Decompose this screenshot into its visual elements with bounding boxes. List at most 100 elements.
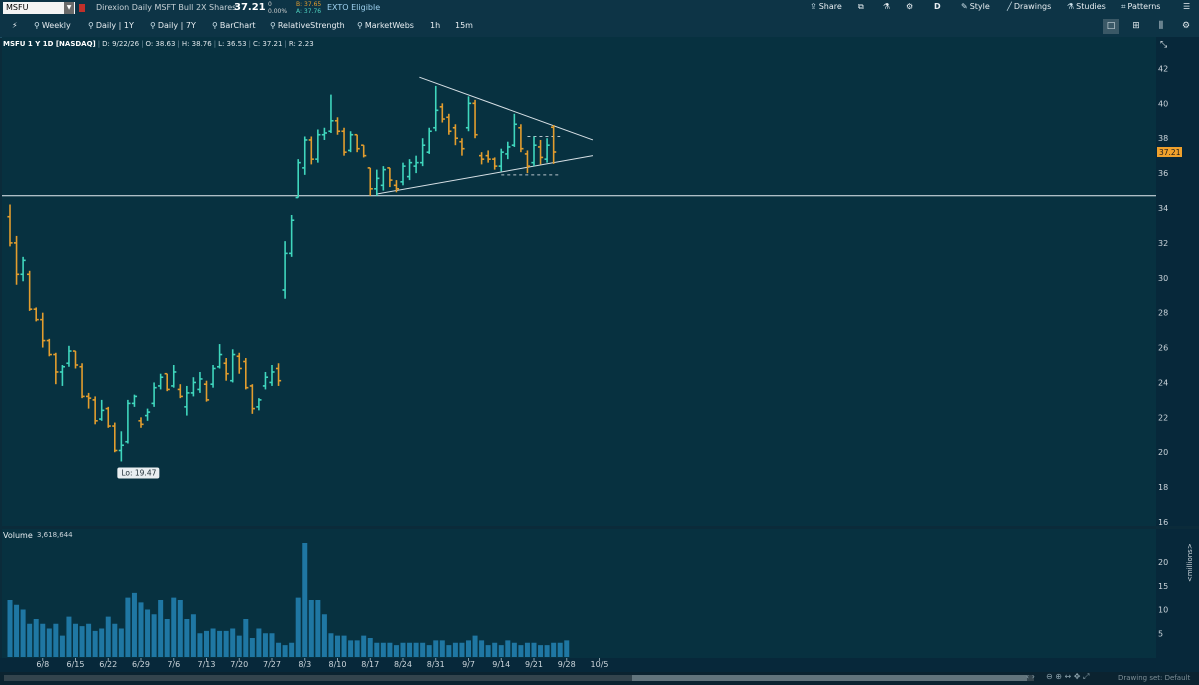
volume-bar [282,645,288,657]
volume-bar [393,645,399,657]
x-tick-label: 9/28 [558,660,576,669]
volume-bar [118,628,124,657]
ohlc-bar [446,113,452,135]
volume-bar [276,642,282,657]
volume-bar [289,642,295,657]
scroll-arrows-icon[interactable]: ‹ › [1026,672,1035,681]
volume-bar [86,623,92,657]
volume-bar [374,642,380,657]
ohlc-bar [217,344,223,369]
ohlc-bar [282,241,288,299]
x-tick-label: 6/8 [36,660,49,669]
volume-tick-label: 5 [1158,629,1163,638]
volume-bar [302,543,308,657]
volume-bar [400,642,406,657]
volume-bar [7,600,13,657]
ohlc-bar [197,371,203,393]
x-tick-label: 7/27 [263,660,281,669]
x-tick-label: 6/15 [67,660,85,669]
ohlc-bar [53,352,59,385]
x-tick-label: 8/3 [298,660,311,669]
volume-bar [59,635,65,657]
ohlc-bar [99,399,105,421]
ohlc-bar [420,138,426,167]
ohlc-bar [243,358,249,390]
volume-bar [204,630,209,657]
x-tick-label: 7/13 [198,660,216,669]
trendline [419,76,594,141]
volume-bar [459,642,465,657]
ohlc-bar [433,85,439,132]
ohlc-bar [334,117,341,135]
price-tick-label: 16 [1158,518,1168,527]
volume-bar [335,635,340,657]
volume-bar [485,645,491,657]
ohlc-bar [33,307,39,322]
volume-bar [538,645,544,657]
ohlc-bar [531,136,537,167]
price-tick-label: 20 [1158,448,1168,457]
ohlc-bar [118,431,124,462]
ohlc-bar [158,373,164,390]
price-tick-label: 22 [1158,413,1168,422]
volume-bar [33,619,39,657]
ohlc-bar [79,363,85,399]
ohlc-bar [472,99,478,139]
price-tick-label: 24 [1158,378,1168,387]
ohlc-bar [439,103,445,123]
ohlc-bar [177,384,183,399]
volume-bar [341,635,347,657]
scrollbar[interactable]: ‹ › ⊖ ⊕ ↔ ✥ ⤢ [0,672,1199,685]
volume-bar [243,619,249,657]
x-tick-label: 7/6 [167,660,180,669]
volume-bar [479,640,485,657]
volume-bar [164,619,170,657]
volume-bar [531,642,537,657]
volume-bar [210,628,216,657]
ohlc-bar [164,372,170,392]
volume-bar [46,628,52,657]
volume-bar [190,614,196,657]
ohlc-bar [341,127,347,156]
volume-bar [138,602,144,657]
ohlc-bar [86,392,92,409]
ohlc-bar [308,136,314,165]
volume-bar [269,633,275,657]
x-tick-label: 7/20 [230,660,248,669]
ohlc-bar [27,270,33,311]
volume-bar [367,638,373,657]
ohlc-bar [452,124,458,146]
x-tick-label: 6/29 [132,660,150,669]
volume-bar [446,645,452,657]
ohlc-bar [289,214,295,257]
ohlc-bar [184,385,190,416]
ohlc-bar [138,417,144,428]
volume-bar [230,628,236,657]
ohlc-bar [511,113,517,147]
scroll-thumb[interactable] [632,675,1027,681]
zoom-controls-icon[interactable]: ⊖ ⊕ ↔ ✥ ⤢ [1046,672,1089,682]
volume-tick-label: 10 [1158,606,1168,615]
ohlc-bar [92,396,98,425]
ohlc-bar [40,312,46,348]
ohlc-bar [400,162,406,186]
ohlc-bar [171,365,177,388]
price-tick-label: 42 [1158,64,1168,73]
volume-bar [426,645,432,657]
ohlc-bar [7,204,13,247]
price-tick-label: 34 [1158,204,1168,213]
volume-bar [492,642,498,657]
volume-bar [439,640,445,657]
volume-bar [308,600,314,657]
ohlc-bar [328,94,334,133]
volume-bar [511,642,517,657]
x-tick-label: 9/14 [492,660,510,669]
volume-bar [295,597,301,657]
ohlc-bar [426,127,432,154]
volume-bar [354,640,360,657]
ohlc-bar [262,371,269,390]
volume-bar [328,633,334,657]
volume-bar [433,640,439,657]
ohlc-bar [72,350,79,369]
ohlc-bar [374,169,380,196]
